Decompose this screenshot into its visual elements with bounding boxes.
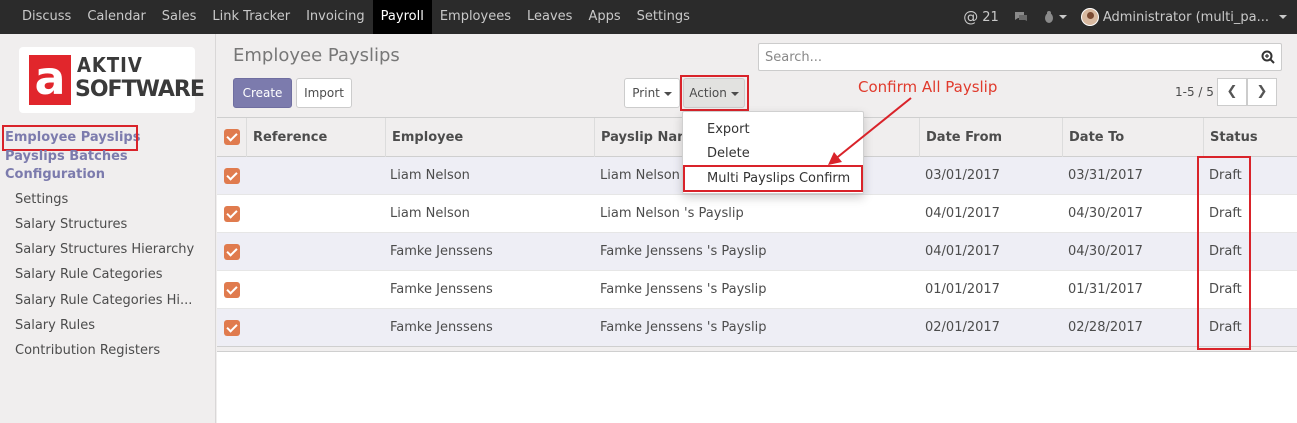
date-to-cell: 02/28/2017: [1068, 320, 1143, 335]
payslip-name-cell: Liam Nelson 's Payslip: [600, 206, 744, 221]
payslip-name-cell: Famke Jenssens 's Payslip: [600, 244, 767, 259]
sidebar-item-salary-rule-categories-hierarchy[interactable]: Salary Rule Categories Hi...: [15, 293, 192, 308]
date-to-cell: 03/31/2017: [1068, 168, 1143, 183]
table-footer: [217, 346, 1297, 352]
menu-leaves[interactable]: Leaves: [519, 0, 580, 34]
payslip-name-cell: Famke Jenssens 's Payslip: [600, 282, 767, 297]
menu-item-export[interactable]: Export: [707, 122, 750, 137]
chevron-down-icon: [1279, 15, 1287, 19]
logo-line-2: SOFTWARE: [75, 77, 205, 102]
date-from-cell: 02/01/2017: [925, 320, 1000, 335]
sidebar-item-salary-structures[interactable]: Salary Structures: [15, 217, 127, 232]
page-title: Employee Payslips: [233, 45, 400, 66]
employee-cell: Famke Jenssens: [390, 320, 493, 335]
column-reference[interactable]: Reference: [246, 118, 385, 157]
column-date-from[interactable]: Date From: [919, 118, 1062, 157]
avatar: [1080, 8, 1099, 26]
search-input[interactable]: [759, 44, 1239, 70]
control-panel: Employee Payslips Create Import Print Ac…: [217, 34, 1297, 118]
bug-icon: [1044, 11, 1053, 23]
employee-cell: Famke Jenssens: [390, 244, 493, 259]
column-employee[interactable]: Employee: [385, 118, 594, 157]
menu-invoicing[interactable]: Invoicing: [298, 0, 373, 34]
chevron-down-icon: [1058, 15, 1067, 19]
menu-settings[interactable]: Settings: [629, 0, 698, 34]
row-checkbox[interactable]: [224, 320, 240, 336]
chevron-right-icon: ❯: [1256, 84, 1268, 99]
search-box: [758, 43, 1282, 71]
company-logo: a AKTIV SOFTWARE: [19, 47, 205, 113]
annotation-arrow: [828, 97, 912, 165]
date-from-cell: 03/01/2017: [925, 168, 1000, 183]
user-name: Administrator (multi_pa...: [1102, 9, 1269, 25]
main-menu: Discuss Calendar Sales Link Tracker Invo…: [14, 0, 698, 34]
menu-link-tracker[interactable]: Link Tracker: [204, 0, 298, 34]
menu-calendar[interactable]: Calendar: [79, 0, 153, 34]
at-icon: @: [963, 8, 979, 26]
logo-letter: a: [29, 55, 71, 105]
sidebar-item-salary-rules[interactable]: Salary Rules: [15, 318, 95, 333]
sidebar-item-salary-structures-hierarchy[interactable]: Salary Structures Hierarchy: [15, 242, 194, 257]
chevron-down-icon: [663, 91, 672, 96]
menu-sales[interactable]: Sales: [154, 0, 205, 34]
main-content: Employee Payslips Create Import Print Ac…: [217, 34, 1297, 423]
sidebar-item-contribution-registers[interactable]: Contribution Registers: [15, 343, 160, 358]
date-from-cell: 04/01/2017: [925, 244, 1000, 259]
table-row[interactable]: Famke Jenssens Famke Jenssens 's Payslip…: [217, 233, 1297, 271]
employee-cell: Famke Jenssens: [390, 282, 493, 297]
logo-line-1: AKTIV: [77, 53, 143, 77]
print-label: Print: [632, 86, 660, 100]
sidebar-item-settings[interactable]: Settings: [15, 192, 68, 207]
date-from-cell: 01/01/2017: [925, 282, 1000, 297]
table-row[interactable]: Famke Jenssens Famke Jenssens 's Payslip…: [217, 309, 1297, 347]
menu-apps[interactable]: Apps: [580, 0, 628, 34]
row-checkbox[interactable]: [224, 244, 240, 260]
pager-value: 1-5 / 5: [1175, 85, 1214, 99]
highlight-box: [1197, 156, 1251, 350]
search-icon[interactable]: [1261, 50, 1275, 64]
highlight-box: [680, 75, 749, 111]
top-navbar: Discuss Calendar Sales Link Tracker Invo…: [0, 0, 1297, 34]
systray: @ 21 Administrator (multi_pa...: [963, 0, 1287, 34]
employee-cell: Liam Nelson: [390, 206, 470, 221]
highlight-box: [2, 125, 138, 151]
sidebar-section-payslips-batches[interactable]: Payslips Batches: [5, 149, 128, 164]
notification-button[interactable]: @ 21: [963, 8, 999, 26]
row-checkbox[interactable]: [224, 168, 240, 184]
employee-cell: Liam Nelson: [390, 168, 470, 183]
pager-previous-button[interactable]: ❮: [1217, 78, 1247, 106]
date-to-cell: 04/30/2017: [1068, 244, 1143, 259]
print-button[interactable]: Print: [624, 78, 680, 108]
chat-button[interactable]: [1013, 10, 1029, 24]
menu-item-delete[interactable]: Delete: [707, 146, 750, 161]
menu-discuss[interactable]: Discuss: [14, 0, 79, 34]
column-status[interactable]: Status: [1203, 118, 1297, 157]
import-button[interactable]: Import: [296, 78, 352, 108]
table-row[interactable]: Liam Nelson Liam Nelson 's Payslip 04/01…: [217, 195, 1297, 233]
table-row[interactable]: Famke Jenssens Famke Jenssens 's Payslip…: [217, 271, 1297, 309]
date-to-cell: 01/31/2017: [1068, 282, 1143, 297]
date-to-cell: 04/30/2017: [1068, 206, 1143, 221]
chat-icon: [1014, 12, 1027, 21]
menu-payroll[interactable]: Payroll: [372, 0, 432, 34]
row-checkbox[interactable]: [224, 282, 240, 298]
row-checkbox[interactable]: [224, 206, 240, 222]
notification-count: 21: [982, 9, 999, 25]
menu-employees[interactable]: Employees: [432, 0, 519, 34]
select-all-checkbox[interactable]: [224, 129, 240, 145]
sidebar-section-configuration[interactable]: Configuration: [5, 167, 105, 182]
payslip-name-cell: Famke Jenssens 's Payslip: [600, 320, 767, 335]
user-menu[interactable]: Administrator (multi_pa...: [1080, 8, 1287, 26]
date-from-cell: 04/01/2017: [925, 206, 1000, 221]
sidebar: a AKTIV SOFTWARE Employee Payslips Paysl…: [0, 34, 216, 423]
sidebar-item-salary-rule-categories[interactable]: Salary Rule Categories: [15, 267, 162, 282]
column-date-to[interactable]: Date To: [1062, 118, 1203, 157]
create-button[interactable]: Create: [233, 78, 292, 108]
debug-button[interactable]: [1043, 10, 1067, 24]
pager-next-button[interactable]: ❯: [1247, 78, 1277, 106]
chevron-left-icon: ❮: [1226, 84, 1238, 99]
